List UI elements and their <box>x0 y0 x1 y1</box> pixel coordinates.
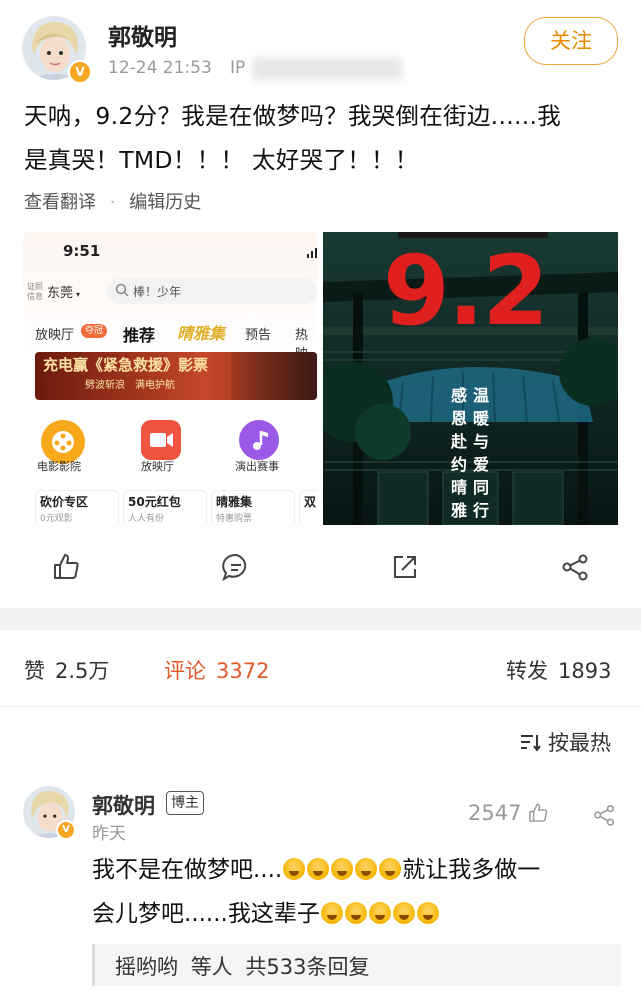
comment-author-name[interactable]: 郭敬明 <box>92 790 155 820</box>
app-icon-show[interactable] <box>239 420 279 460</box>
caret-down-icon: ▾ <box>76 290 81 299</box>
app-icon-cinema-label: 电影影院 <box>37 460 81 473</box>
crying-emoji-icon <box>368 902 391 924</box>
promo-card-2[interactable]: 50元红包 人人有份 <box>123 490 207 525</box>
post-time: 12-24 21:53 <box>108 58 212 78</box>
poster-poem-left: 感恩赴约晴雅 <box>451 386 468 520</box>
app-clock: 9:51 <box>63 242 101 260</box>
comment-like-icon <box>527 802 549 824</box>
city-selector[interactable]: 东莞 ▾ <box>47 282 80 301</box>
sort-label: 按最热 <box>548 731 611 755</box>
share-icon[interactable] <box>560 552 590 582</box>
replies-text: 摇哟哟 等人 共533条回复 <box>115 955 370 979</box>
banner-title: 充电赢《紧急救援》影票 <box>43 356 209 374</box>
promo-banner[interactable]: 充电赢《紧急救援》影票 劈波斩浪 满电护航 <box>35 352 317 400</box>
comment-likes[interactable]: 2547 <box>468 801 549 825</box>
comment-time: 昨天 <box>92 824 126 844</box>
post-ip-label: IP <box>230 58 246 78</box>
reposts-stat[interactable]: 转发 1893 <box>506 655 611 685</box>
section-divider <box>0 608 641 630</box>
sort-toggle[interactable]: 按最热 <box>520 727 611 757</box>
banner-subtitle: 劈波斩浪 满电护航 <box>85 380 175 391</box>
poster-poem-right: 温暖与爱同行 <box>473 386 490 520</box>
crying-emoji-icon <box>416 902 439 924</box>
comment-text-line-2: 会儿梦吧......我这辈子 <box>92 891 440 937</box>
post-image-app-screenshot[interactable]: 9:51 证照信息 东莞▾ 棒！少年 放映厅 夺冠 推荐 晴雅集 预告 热映 充… <box>23 232 317 525</box>
comment-share-icon[interactable] <box>592 803 616 827</box>
ip-location-blurred <box>252 58 402 80</box>
stats-divider <box>0 706 641 707</box>
app-tab-2[interactable]: 推荐 <box>123 322 155 346</box>
crying-emoji-icon <box>331 858 354 880</box>
separator-dot: · <box>109 192 116 213</box>
promo-card-3[interactable]: 晴雅集 特惠购票 <box>211 490 295 525</box>
app-icon-hall[interactable] <box>141 420 181 460</box>
translate-link[interactable]: 查看翻译 <box>24 192 96 213</box>
comment-like-count: 2547 <box>468 801 522 825</box>
replies-preview[interactable]: 摇哟哟 等人 共533条回复 <box>92 944 621 986</box>
comment-icon[interactable] <box>221 552 251 582</box>
crying-emoji-icon <box>355 858 378 880</box>
post-author-name[interactable]: 郭敬明 <box>108 18 177 52</box>
license-info-label[interactable]: 证照 信息 <box>27 282 43 302</box>
crying-emoji-icon <box>320 902 343 924</box>
sort-icon <box>520 732 542 752</box>
app-icon-hall-label: 放映厅 <box>141 460 174 473</box>
poster-score: 9.2 <box>383 235 549 347</box>
verified-icon: V <box>68 60 92 84</box>
promo-card-1[interactable]: 砍价专区 0元观影 <box>35 490 119 525</box>
author-tag: 博主 <box>166 791 204 815</box>
post-text-line-1: 天呐，9.2分？我是在做梦吗？我哭倒在街边......我 <box>24 102 562 130</box>
app-tab-1[interactable]: 放映厅 <box>35 324 74 343</box>
post-text-line-2: 是真哭！TMD！！！ 太好哭了！！！ <box>24 146 419 174</box>
app-icon-show-label: 演出赛事 <box>235 460 279 473</box>
comment-text-line-1: 我不是在做梦吧.... 就让我多做一 <box>92 857 541 883</box>
signal-icon <box>307 248 317 258</box>
comment-verified-icon: V <box>56 820 76 840</box>
crying-emoji-icon <box>307 858 330 880</box>
reply-user[interactable]: 摇哟哟 <box>115 955 178 979</box>
edit-history-link[interactable]: 编辑历史 <box>129 192 201 213</box>
promo-card-4[interactable]: 双 <box>299 490 317 525</box>
follow-button[interactable]: 关注 <box>524 17 618 65</box>
crying-emoji-icon <box>344 902 367 924</box>
app-search-text: 棒！少年 <box>133 285 182 299</box>
crying-emoji-icon <box>392 902 415 924</box>
like-icon[interactable] <box>51 552 81 582</box>
app-search-bar[interactable]: 棒！少年 <box>107 278 317 304</box>
reply-count-link[interactable]: 共533条回复 <box>245 955 369 979</box>
likes-stat[interactable]: 赞 2.5万 <box>24 655 109 685</box>
post-meta-links: 查看翻译 · 编辑历史 <box>24 188 201 214</box>
comments-stat[interactable]: 评论 3372 <box>164 655 269 685</box>
crying-emoji-icon <box>379 858 402 880</box>
app-tab-badge: 夺冠 <box>81 324 108 338</box>
app-tab-4[interactable]: 预告 <box>245 324 271 343</box>
search-icon <box>115 283 129 297</box>
repost-icon[interactable] <box>390 552 420 582</box>
post-image-poster[interactable]: 9.2 温暖与爱同行 感恩赴约晴雅 <box>323 232 618 525</box>
app-tab-3[interactable]: 晴雅集 <box>177 320 225 344</box>
banner-figures <box>231 352 317 400</box>
crying-emoji-icon <box>283 858 306 880</box>
